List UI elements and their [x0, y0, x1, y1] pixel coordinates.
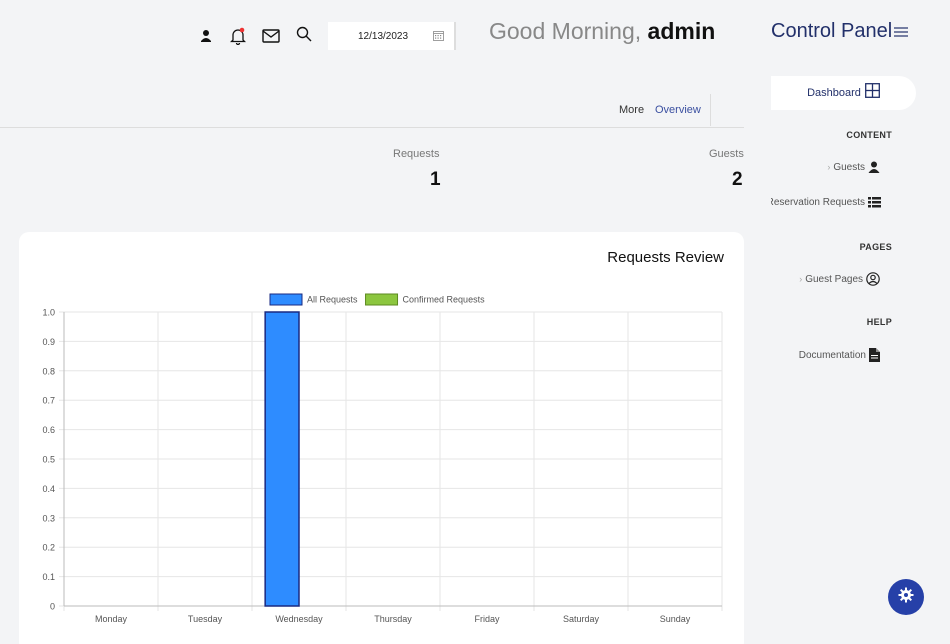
date-value: 12/13/2023 [358, 30, 409, 42]
legend-swatch [365, 293, 399, 306]
sidebar-item-guest-pages[interactable]: › Guest Pages [799, 272, 880, 286]
x-tick-label: Friday [474, 614, 500, 624]
y-tick-label: 0.9 [42, 337, 55, 347]
document-icon [869, 348, 880, 362]
more-link[interactable]: More [619, 104, 644, 116]
y-tick-label: 0 [50, 602, 55, 612]
requests-bar-chart: 0 0.1 0.2 0.3 0.4 0.5 0.6 0.7 0.8 0.9 1.0 Monday Tue… [42, 293, 723, 624]
y-tick-label: 0.1 [42, 572, 55, 582]
user-circle-icon [866, 272, 880, 286]
divider [710, 94, 711, 126]
stat-requests-label: Requests [393, 148, 440, 160]
chevron-right-icon: › [827, 162, 831, 172]
sidebar-item-label: Documentation [798, 349, 866, 361]
y-tick-label: 0.4 [42, 484, 55, 494]
greeting-prefix: Good Morning, [489, 18, 648, 44]
sidebar: Control Panel Dashboard CONTENT › Guests… [744, 0, 950, 644]
requests-review-card: Requests Review 0 0.1 0.2 0.3 0.4 0.5 0.6 0.7 0.… [19, 232, 744, 644]
stat-requests-value: 1 [430, 169, 441, 190]
bar-all-requests [264, 311, 300, 607]
x-tick-label: Tuesday [188, 614, 223, 624]
x-tick-label: Thursday [374, 614, 412, 624]
grid-icon [864, 83, 880, 103]
calendar-icon[interactable] [433, 30, 444, 44]
sub-nav: More Overview [0, 94, 744, 128]
stat-guests-label: Guests [709, 148, 744, 160]
section-content: CONTENT [846, 130, 892, 140]
x-tick-label: Monday [95, 614, 128, 624]
list-icon [868, 197, 881, 208]
y-tick-label: 0.3 [42, 513, 55, 523]
legend-swatch [269, 293, 303, 306]
search-icon[interactable] [294, 24, 314, 44]
greeting-user: admin [647, 18, 716, 44]
gear-icon [898, 587, 914, 608]
user-icon[interactable] [196, 26, 216, 46]
hamburger-menu-icon[interactable] [894, 25, 908, 43]
stat-guests-value: 2 [732, 169, 743, 190]
sidebar-item-dashboard[interactable]: Dashboard [771, 76, 916, 110]
overview-link[interactable]: Overview [655, 104, 701, 116]
sidebar-item-reservation-requests[interactable]: Reservation Requests [771, 197, 881, 213]
y-tick-label: 0.7 [42, 396, 55, 406]
sidebar-title: Control Panel [771, 20, 893, 42]
top-bar: 12/13/2023 Good Morning, admin [0, 0, 744, 70]
y-tick-label: 0.5 [42, 455, 55, 465]
sidebar-item-label: Guest Pages [805, 273, 863, 285]
section-pages: PAGES [859, 242, 892, 252]
mail-icon[interactable] [261, 26, 281, 46]
bell-icon[interactable] [228, 26, 248, 46]
sidebar-item-label: Guests [833, 161, 865, 173]
chevron-right-icon: › [799, 274, 803, 284]
legend-label: Confirmed Requests [403, 295, 486, 305]
greeting: Good Morning, admin [489, 18, 715, 45]
y-tick-label: 0.6 [42, 425, 55, 435]
section-help: HELP [866, 317, 892, 327]
x-tick-label: Wednesday [275, 614, 323, 624]
sidebar-item-label: Reservation Requests [771, 197, 865, 208]
sidebar-item-guests[interactable]: › Guests [827, 161, 880, 173]
y-tick-label: 0.8 [42, 366, 55, 376]
sidebar-item-documentation[interactable]: Documentation [799, 348, 880, 362]
y-tick-label: 1.0 [42, 308, 55, 318]
x-tick-label: Sunday [660, 614, 691, 624]
sidebar-item-label: Dashboard [807, 87, 861, 99]
date-picker-input[interactable]: 12/13/2023 [328, 22, 456, 50]
x-tick-label: Saturday [563, 614, 600, 624]
user-icon [868, 161, 880, 173]
legend-label: All Requests [307, 295, 358, 305]
y-tick-label: 0.2 [42, 543, 55, 553]
settings-button[interactable] [888, 579, 924, 615]
